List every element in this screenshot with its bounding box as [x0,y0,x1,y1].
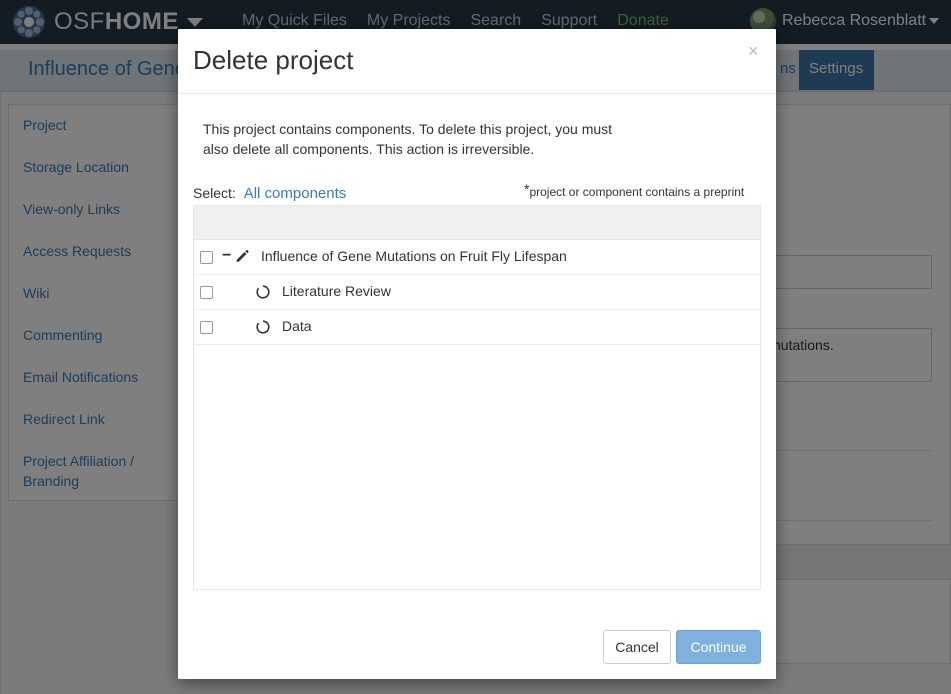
pencil-icon [236,249,249,262]
tree-label: Literature Review [282,283,391,299]
select-all-components-link[interactable]: All components [244,185,347,202]
component-checkbox[interactable] [200,286,213,299]
spinner-icon [256,320,270,334]
tree-label: Influence of Gene Mutations on Fruit Fly… [261,248,567,264]
component-checkbox[interactable] [200,251,213,264]
description-line: also delete all components. This action … [203,141,535,157]
tree-row: Literature Review [194,275,760,310]
modal-header: Delete project × [178,29,776,94]
component-checkbox[interactable] [200,321,213,334]
tree-header [194,206,760,240]
modal-description: This project contains components. To del… [203,119,663,159]
component-tree: − Influence of Gene Mutations on Fruit F… [193,205,761,590]
modal-title: Delete project [193,45,354,75]
select-row: Select: All components [193,185,346,202]
select-label: Select: [193,185,236,201]
tree-label: Data [282,318,312,334]
cancel-button[interactable]: Cancel [603,630,671,664]
close-icon[interactable]: × [748,41,759,62]
description-line: This project contains components. To del… [203,121,613,137]
preprint-note: *project or component contains a preprin… [524,181,744,199]
preprint-note-text: project or component contains a preprint [529,185,745,199]
tree-row: − Influence of Gene Mutations on Fruit F… [194,240,760,275]
continue-button[interactable]: Continue [676,630,761,664]
collapse-toggle[interactable]: − [222,247,231,265]
spinner-icon [256,285,270,299]
tree-row: Data [194,310,760,345]
delete-project-modal: Delete project × This project contains c… [178,29,776,679]
